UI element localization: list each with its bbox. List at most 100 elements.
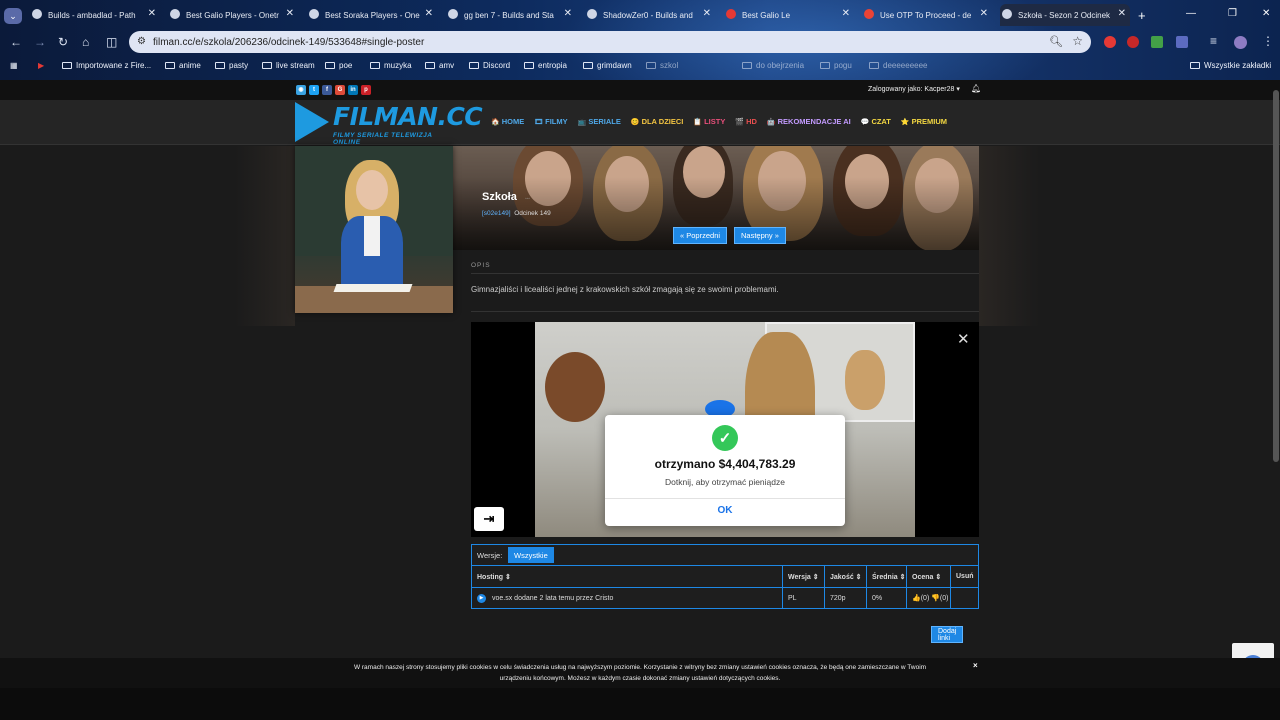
dialog-ok-button[interactable]: OK (605, 505, 845, 516)
nav-item-seriale[interactable]: 📺 SERIALE (578, 117, 621, 126)
pinterest-icon[interactable]: p (361, 85, 371, 95)
extension-icon[interactable] (1104, 36, 1116, 48)
bookmark-item[interactable]: amv (425, 61, 454, 70)
tab-favicon-icon (32, 9, 42, 19)
adblock-icon[interactable] (1127, 36, 1139, 48)
sidebar-icon[interactable]: ◫ (106, 35, 117, 49)
bookmark-item[interactable]: Discord (469, 61, 510, 70)
login-icon[interactable]: ⇥ (474, 507, 504, 531)
close-icon[interactable]: ✕ (957, 330, 970, 348)
backdrop-left (235, 146, 295, 326)
kebab-menu-icon[interactable]: ⋮ (1262, 34, 1274, 48)
bookmark-item[interactable]: do obejrzenia (742, 61, 804, 70)
table-header-cell[interactable]: Ocena ⇕ (907, 566, 951, 587)
google-icon[interactable]: G (335, 85, 345, 95)
maximize-icon[interactable]: ❐ (1228, 8, 1237, 19)
folder-icon (742, 62, 752, 69)
bookmark-item[interactable]: muzyka (370, 61, 412, 70)
bookmark-item[interactable]: deeeeeeeee (869, 61, 928, 70)
nav-item-rekomendacje-ai[interactable]: 🤖 REKOMENDACJE AI (767, 117, 851, 126)
nav-item-home[interactable]: 🏠 HOME (491, 117, 524, 126)
nav-item-dla-dzieci[interactable]: 😊 DLA DZIECI (631, 117, 684, 126)
table-header-cell[interactable]: Hosting ⇕ (472, 566, 783, 587)
extension-badge-icon[interactable] (1151, 36, 1163, 48)
reload-icon[interactable]: ↻ (58, 35, 68, 49)
bookmark-item[interactable]: poe (325, 61, 352, 70)
bookmark-item[interactable]: anime (165, 61, 201, 70)
tab-close-icon[interactable]: ✕ (564, 8, 572, 19)
close-window-icon[interactable]: ✕ (1262, 8, 1270, 19)
bookmark-item[interactable]: Importowane z Fire... (62, 61, 151, 70)
minimize-icon[interactable]: — (1186, 8, 1196, 19)
bookmark-item[interactable]: szkol (646, 61, 678, 70)
nav-item-listy[interactable]: 📋 LISTY (693, 117, 725, 126)
table-row[interactable]: ▶ voe.sx dodane 2 lata temu przez Cristo P… (472, 588, 978, 608)
tab-close-icon[interactable]: ✕ (286, 8, 294, 19)
new-tab-button[interactable]: + (1138, 8, 1146, 23)
bookmark-item[interactable]: entropia (524, 61, 567, 70)
address-bar[interactable]: ⚙ filman.cc/e/szkola/206236/odcinek-149/… (129, 31, 1091, 53)
all-bookmarks[interactable]: Wszystkie zakładki (1190, 61, 1271, 70)
tab-close-icon[interactable]: ✕ (842, 8, 850, 19)
table-header-cell[interactable]: Wersja ⇕ (783, 566, 825, 587)
add-links-button[interactable]: Dodaj linki (931, 626, 964, 643)
main-menu: 🏠 HOME 🎞 FILMY 📺 SERIALE 😊 DLA DZIECI 📋 LISTY 🎬 HD 🤖… (491, 117, 947, 126)
linkedin-icon[interactable]: in (348, 85, 358, 95)
forward-icon[interactable]: → (34, 35, 46, 49)
previous-episode-button[interactable]: « Poprzedni (673, 227, 728, 244)
table-cell[interactable]: ▶ voe.sx dodane 2 lata temu przez Cristo (472, 588, 783, 608)
bookmark-item[interactable]: pogu (820, 61, 852, 70)
apps-grid-icon[interactable]: ▦ (10, 61, 18, 70)
bookmark-item[interactable]: live stream (262, 61, 315, 70)
tab-4[interactable]: gg ben 7 - Builds and Sta ✕ (446, 4, 576, 26)
tab-close-icon[interactable]: ✕ (1118, 8, 1126, 19)
tab-6[interactable]: Best Galio Le ✕ (724, 4, 854, 26)
tab-close-icon[interactable]: ✕ (425, 8, 433, 19)
bell-icon[interactable]: 🔔︎ (971, 84, 981, 93)
avatar[interactable] (1234, 36, 1247, 49)
home-icon[interactable]: ⌂ (82, 35, 89, 49)
tab-favicon-icon (726, 9, 736, 19)
bookmark-item[interactable]: pasty (215, 61, 248, 70)
zoom-icon[interactable]: 🔍︎ (1049, 35, 1063, 48)
tab-close-icon[interactable]: ✕ (703, 8, 711, 19)
bookmark-label: pasty (229, 61, 249, 70)
tab-3[interactable]: Best Soraka Players - One ✕ (307, 4, 437, 26)
table-header-cell[interactable]: Usuń (951, 566, 978, 587)
twitter-icon[interactable]: t (309, 85, 319, 95)
social-icon[interactable]: ◉ (296, 85, 306, 95)
table-cell-text: 720p (830, 594, 846, 602)
nav-item-hd[interactable]: 🎬 HD (735, 117, 757, 126)
table-header-cell[interactable]: Średnia ⇕ (867, 566, 907, 587)
tab-1[interactable]: Builds - ambadlad - Path ✕ (30, 4, 160, 26)
cookie-close-button[interactable]: × (973, 660, 978, 671)
nav-item-czat[interactable]: 💬 CZAT (861, 117, 891, 126)
site-info-icon[interactable]: ⚙ (137, 36, 146, 47)
tab-2[interactable]: Best Galio Players - Onetr ✕ (168, 4, 298, 26)
bookmark-item[interactable]: grimdawn (583, 61, 632, 70)
tab-8[interactable]: Szkoła - Sezon 2 Odcinek ✕ (1000, 4, 1130, 26)
bookmark-label: live stream (276, 61, 315, 70)
tab-7[interactable]: Use OTP To Proceed - de ✕ (862, 4, 992, 26)
tab-favicon-icon (864, 9, 874, 19)
tab-search-button[interactable]: ⌄ (4, 8, 22, 24)
episode-code[interactable]: [s02e149] (482, 210, 511, 217)
youtube-bookmark-icon[interactable]: ▶ (38, 61, 44, 70)
user-menu[interactable]: Zalogowany jako: Kacper28 ▾ (868, 85, 960, 93)
back-icon[interactable]: ← (10, 35, 22, 49)
versions-all-button[interactable]: Wszystkie (508, 547, 554, 563)
next-episode-button[interactable]: Następny » (734, 227, 786, 244)
nav-item-filmy[interactable]: 🎞 FILMY (534, 117, 567, 126)
tab-5[interactable]: ShadowZer0 - Builds and ✕ (585, 4, 715, 26)
site-logo[interactable]: FILMAN.CC FILMY SERIALE TELEWIZJA ONLINE (295, 102, 483, 146)
play-icon[interactable]: ▶ (477, 593, 486, 603)
nav-item-premium[interactable]: ⭐ PREMIUM (901, 117, 947, 126)
extensions-puzzle-icon[interactable] (1176, 36, 1188, 48)
media-icon[interactable]: ≡ (1210, 34, 1217, 48)
table-header-cell[interactable]: Jakość ⇕ (825, 566, 867, 587)
tab-close-icon[interactable]: ✕ (148, 8, 156, 19)
tab-close-icon[interactable]: ✕ (980, 8, 988, 19)
facebook-icon[interactable]: f (322, 85, 332, 95)
scrollbar[interactable] (1273, 90, 1279, 462)
bookmark-star-icon[interactable]: ☆ (1072, 34, 1083, 48)
